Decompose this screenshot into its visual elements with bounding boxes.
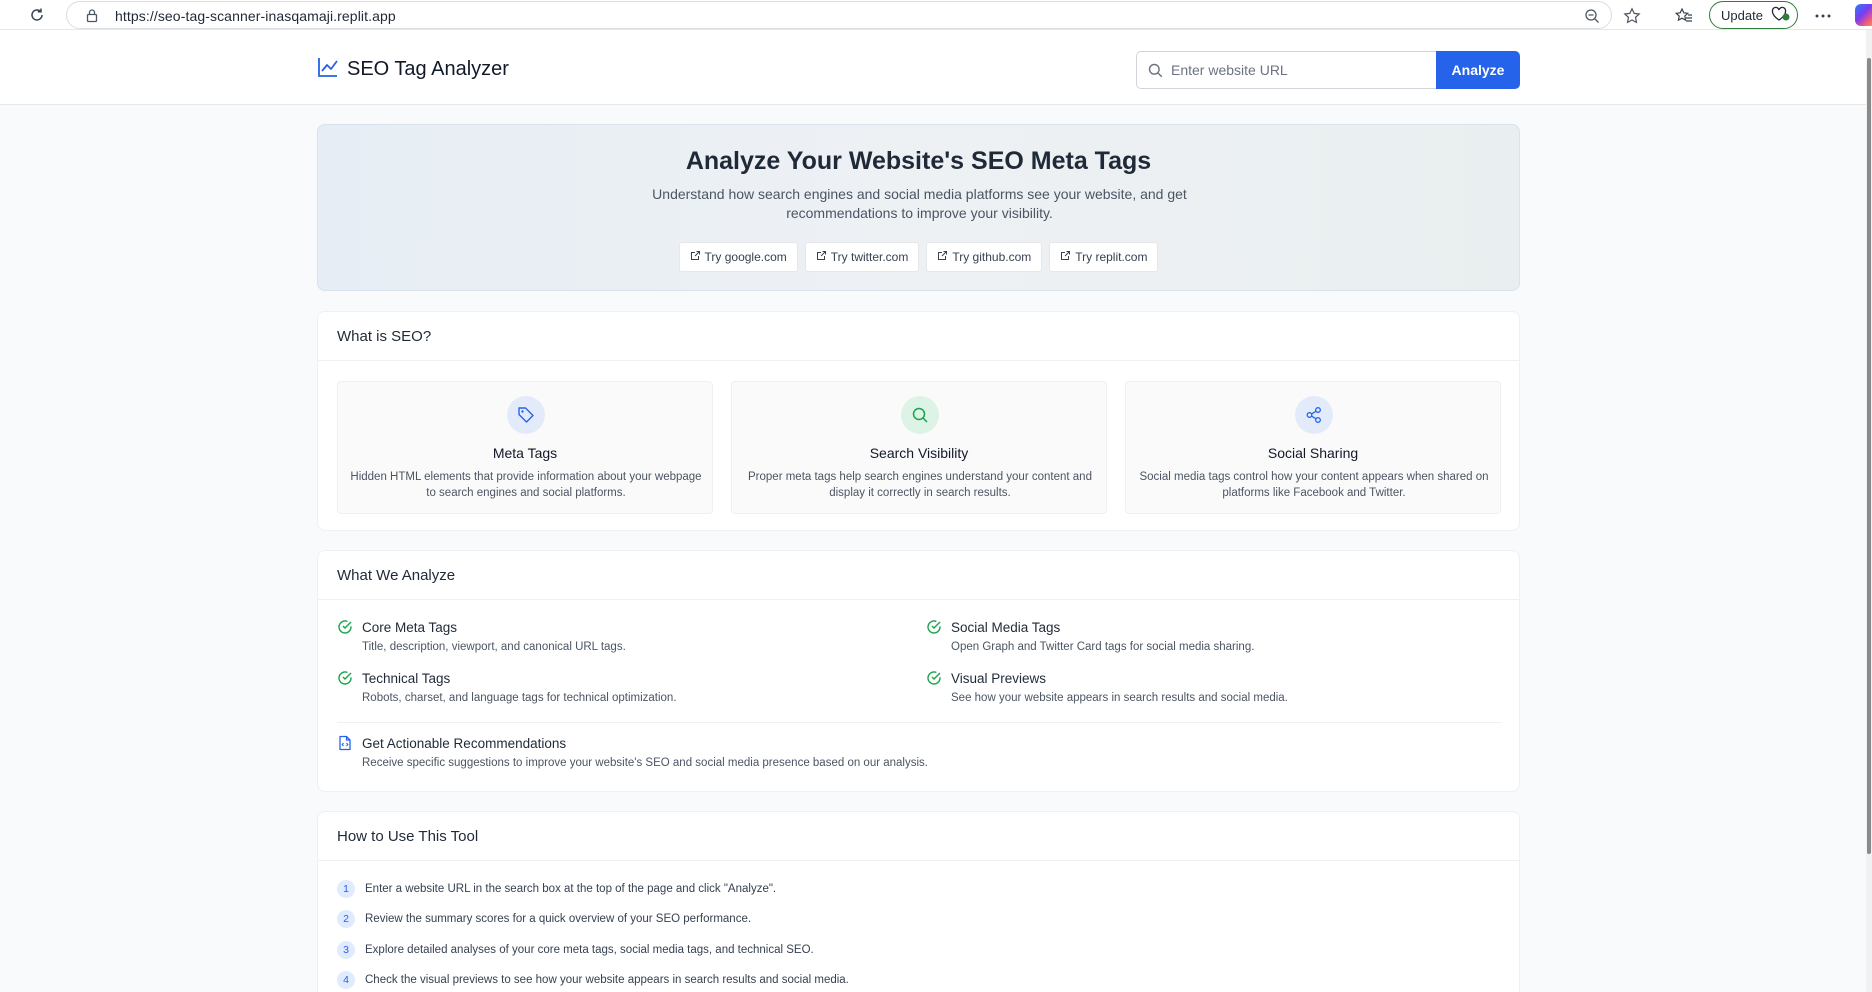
check-circle-icon: [926, 619, 942, 635]
how-to-use-card: How to Use This Tool 1 Enter a website U…: [317, 811, 1520, 992]
copilot-icon[interactable]: [1855, 4, 1872, 26]
feature-social-sharing: Social Sharing Social media tags control…: [1125, 381, 1501, 514]
favorites-icon[interactable]: [1673, 5, 1695, 27]
try-google-button[interactable]: Try google.com: [678, 242, 798, 272]
check-circle-icon: [337, 619, 353, 635]
check-circle-icon: [926, 670, 942, 686]
try-examples: Try google.com Try twitter.com Try githu…: [318, 242, 1519, 272]
card-heading: What We Analyze: [318, 551, 1519, 600]
feature-title: Meta Tags: [492, 445, 558, 461]
external-link-icon: [937, 250, 948, 264]
step-number: 3: [337, 941, 355, 959]
try-label: Try google.com: [704, 250, 787, 264]
card-heading: How to Use This Tool: [318, 812, 1519, 861]
step-text: Explore detailed analyses of your core m…: [365, 944, 814, 956]
feature-meta-tags: Meta Tags Hidden HTML elements that prov…: [337, 381, 713, 514]
try-label: Try github.com: [952, 250, 1032, 264]
search-icon: [901, 396, 939, 434]
step-text: Enter a website URL in the search box at…: [365, 883, 777, 895]
feature-title: Search Visibility: [869, 445, 969, 461]
file-code-icon: [337, 735, 353, 751]
try-label: Try replit.com: [1075, 250, 1148, 264]
step-item: 3 Explore detailed analyses of your core…: [337, 941, 814, 959]
analyze-item-description: Robots, charset, and language tags for t…: [362, 692, 677, 704]
url-input[interactable]: [1171, 52, 1431, 88]
external-link-icon: [816, 250, 827, 264]
analyze-item-description: See how your website appears in search r…: [951, 692, 1288, 704]
recommendations-description: Receive specific suggestions to improve …: [362, 757, 928, 769]
reload-icon[interactable]: [26, 4, 48, 26]
step-item: 4 Check the visual previews to see how y…: [337, 971, 849, 989]
lock-icon: [85, 8, 99, 28]
try-replit-button[interactable]: Try replit.com: [1049, 242, 1159, 272]
analyze-item-description: Title, description, viewport, and canoni…: [362, 641, 626, 653]
try-label: Try twitter.com: [830, 250, 909, 264]
app-title: SEO Tag Analyzer: [347, 58, 509, 80]
hero-subtitle: Understand how search engines and social…: [652, 186, 1187, 221]
favorite-star-icon[interactable]: [1622, 6, 1642, 26]
card-heading: What is SEO?: [318, 312, 1519, 361]
analyze-item-title: Visual Previews: [951, 671, 1047, 686]
check-circle-icon: [337, 670, 353, 686]
analyze-item-description: Open Graph and Twitter Card tags for soc…: [951, 641, 1255, 653]
analyze-item-title: Social Media Tags: [951, 620, 1061, 635]
try-twitter-button[interactable]: Try twitter.com: [804, 242, 920, 272]
analyze-button[interactable]: Analyze: [1436, 51, 1520, 89]
search-box: [1136, 51, 1436, 89]
hero-banner: Analyze Your Website's SEO Meta Tags Und…: [317, 124, 1520, 291]
search-icon: [1148, 63, 1163, 83]
step-number: 2: [337, 910, 355, 928]
step-item: 2 Review the summary scores for a quick …: [337, 910, 751, 928]
try-github-button[interactable]: Try github.com: [926, 242, 1043, 272]
feature-search-visibility: Search Visibility Proper meta tags help …: [731, 381, 1107, 514]
app-header: SEO Tag Analyzer Analyze: [0, 30, 1866, 105]
zoom-out-icon[interactable]: [1582, 6, 1602, 26]
update-label: Update: [1721, 7, 1763, 23]
analyze-item-title: Core Meta Tags: [362, 620, 458, 635]
address-bar[interactable]: https://seo-tag-scanner-inasqamaji.repli…: [66, 1, 1641, 29]
analyze-item-title: Technical Tags: [362, 671, 451, 686]
what-we-analyze-card: What We Analyze Core Meta Tags Title, de…: [317, 550, 1520, 792]
tag-icon: [507, 396, 545, 434]
recommendations-title: Get Actionable Recommendations: [362, 736, 567, 751]
what-is-seo-card: What is SEO? Meta Tags Hidden HTML eleme…: [317, 311, 1520, 531]
browser-toolbar: https://seo-tag-scanner-inasqamaji.repli…: [0, 0, 1872, 30]
hero-title: Analyze Your Website's SEO Meta Tags: [685, 147, 1152, 175]
share-icon: [1295, 396, 1333, 434]
step-text: Check the visual previews to see how you…: [365, 974, 849, 986]
update-button[interactable]: Update: [1709, 1, 1798, 29]
step-item: 1 Enter a website URL in the search box …: [337, 880, 776, 898]
heart-update-icon: [1771, 6, 1791, 25]
feature-description: Social media tags control how your conte…: [1139, 471, 1489, 499]
feature-description: Proper meta tags help search engines und…: [748, 471, 1092, 499]
external-link-icon: [1060, 250, 1071, 264]
divider: [337, 722, 1502, 723]
external-link-icon: [690, 250, 701, 264]
feature-description: Hidden HTML elements that provide inform…: [350, 471, 702, 499]
step-number: 4: [337, 971, 355, 989]
step-text: Review the summary scores for a quick ov…: [365, 913, 752, 925]
scrollbar-thumb[interactable]: [1867, 58, 1871, 854]
feature-title: Social Sharing: [1267, 445, 1359, 461]
brand[interactable]: SEO Tag Analyzer: [317, 56, 509, 83]
url-text: https://seo-tag-scanner-inasqamaji.repli…: [115, 8, 396, 24]
more-options-icon[interactable]: [1812, 5, 1834, 27]
line-chart-icon: [317, 56, 339, 83]
step-number: 1: [337, 880, 355, 898]
